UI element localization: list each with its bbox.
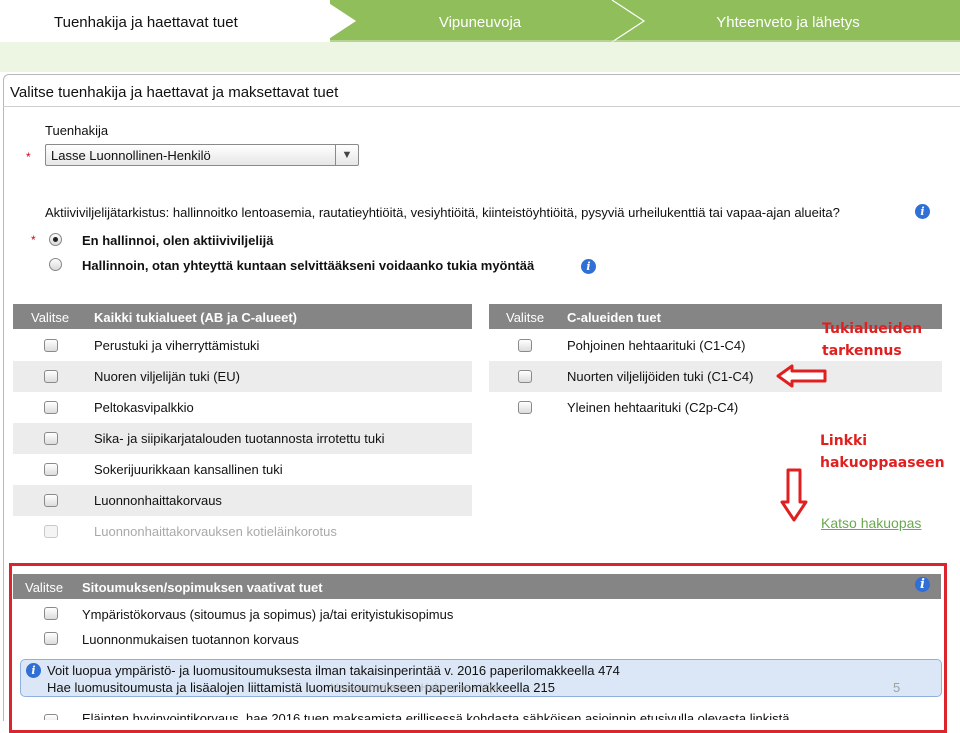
checkbox-young-farmer-eu[interactable]: [44, 370, 58, 383]
checkbox-northern-hectare[interactable]: [518, 339, 532, 352]
annotation-line: Linkki: [820, 433, 868, 449]
row-label: Luonnonhaittakorvauksen kotieläinkorotus: [94, 524, 337, 539]
annotation-line: hakuoppaaseen: [820, 455, 945, 471]
table-row: Luonnonhaittakorvaus: [13, 485, 472, 516]
step-vipuneuvoja[interactable]: Vipuneuvoja: [324, 0, 636, 42]
guide-link[interactable]: Katso hakuopas: [821, 515, 921, 531]
arrow-left-icon: [776, 364, 827, 388]
checkbox-pig-poultry-support[interactable]: [44, 432, 58, 445]
row-label: Nuoren viljelijän tuki (EU): [94, 369, 240, 384]
table-row: Sokerijuurikkaan kansallinen tuki: [13, 454, 472, 485]
checkbox-field-crop-premium[interactable]: [44, 401, 58, 414]
applicant-label: Tuenhakija: [45, 123, 109, 138]
table-row: Peltokasvipalkkio: [13, 392, 472, 423]
row-label: Sokerijuurikkaan kansallinen tuki: [94, 462, 283, 477]
table-row: Sika- ja siipikarjatalouden tuotannosta …: [13, 423, 472, 454]
checkbox-general-hectare[interactable]: [518, 401, 532, 414]
table-row: Nuorten viljelijöiden tuki (C1-C4): [489, 361, 942, 392]
row-label: Nuorten viljelijöiden tuki (C1-C4): [567, 369, 754, 384]
all-regions-table-header: Valitse Kaikki tukialueet (AB ja C-aluee…: [13, 304, 472, 329]
row-label: Peltokasvipalkkio: [94, 400, 194, 415]
column-header-select: Valitse: [506, 310, 545, 325]
applicant-selected-value: Lasse Luonnollinen-Henkilö: [51, 148, 211, 163]
checkbox-basic-support[interactable]: [44, 339, 58, 352]
column-header-select: Valitse: [31, 310, 70, 325]
radio-label-not-managing: En hallinnoi, olen aktiiviviljelijä: [82, 233, 274, 248]
active-farmer-question: Aktiiviviljelijätarkistus: hallinnoitko …: [45, 205, 840, 220]
chevron-down-icon[interactable]: ▼: [335, 145, 358, 165]
annotation-line: Tukialueiden: [822, 321, 923, 337]
required-mark: *: [26, 150, 31, 164]
annotation-line: tarkennus: [822, 343, 902, 359]
info-icon[interactable]: i: [915, 204, 930, 219]
annotation-link-note: Linkki hakuoppaaseen: [820, 430, 945, 474]
checkbox-sugar-beet-support[interactable]: [44, 463, 58, 476]
radio-not-managing[interactable]: [49, 233, 62, 246]
panel-divider: [3, 106, 960, 107]
checkbox-young-farmers-c[interactable]: [518, 370, 532, 383]
checkbox-natural-handicap[interactable]: [44, 494, 58, 507]
annotation-region-note: Tukialueiden tarkennus: [822, 318, 922, 362]
row-label: Sika- ja siipikarjatalouden tuotannosta …: [94, 431, 385, 446]
header-band: [0, 42, 960, 72]
row-label: Yleinen hehtaarituki (C2p-C4): [567, 400, 739, 415]
row-label: Perustuki ja viherryttämistuki: [94, 338, 260, 353]
row-label: Pohjoinen hehtaarituki (C1-C4): [567, 338, 746, 353]
table-row: Luonnonhaittakorvauksen kotieläinkorotus: [13, 516, 472, 547]
panel-title: Valitse tuenhakija ja haettavat ja makse…: [10, 84, 339, 101]
radio-label-managing: Hallinnoin, otan yhteyttä kuntaan selvit…: [82, 258, 535, 273]
radio-managing[interactable]: [49, 258, 62, 271]
step-summary-and-send[interactable]: Yhteenveto ja lähetys: [616, 0, 960, 42]
applicant-select[interactable]: Lasse Luonnollinen-Henkilö ▼: [45, 144, 359, 166]
row-label: Luonnonhaittakorvaus: [94, 493, 222, 508]
required-mark: *: [31, 233, 36, 247]
checkbox-livestock-increase: [44, 525, 58, 538]
table-row: Nuoren viljelijän tuki (EU): [13, 361, 472, 392]
table-row: Perustuki ja viherryttämistuki: [13, 330, 472, 361]
column-header-c-regions: C-alueiden tuet: [567, 310, 661, 325]
highlight-frame: [9, 563, 947, 733]
step-applicant-and-subsidies[interactable]: Tuenhakija ja haettavat tuet: [0, 0, 330, 42]
info-icon[interactable]: i: [581, 259, 596, 274]
table-row: Yleinen hehtaarituki (C2p-C4): [489, 392, 942, 423]
arrow-down-icon: [780, 468, 808, 522]
column-header-all-regions: Kaikki tukialueet (AB ja C-alueet): [94, 310, 297, 325]
